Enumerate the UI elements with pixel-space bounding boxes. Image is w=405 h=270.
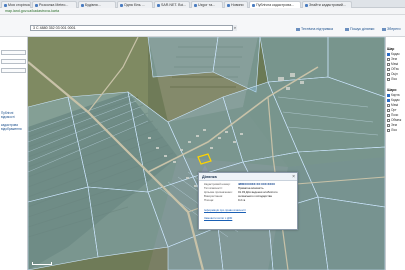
popup-field-area: Площа: 0.2 га [204,198,246,202]
ownership-info-link[interactable]: Інформація про право власності [204,208,246,212]
left-sidebar: Публічні відомості кадастрова відображен… [0,37,28,270]
layers-heading: Шари [387,88,397,92]
layer-toggle[interactable]: Карта [387,93,400,97]
map-toolbar: 3 C 4880 352 03 001 0001 ⌕ Технічна підт… [0,15,405,37]
cadastral-search-input[interactable]: 3 C 4880 352 03 001 0001 [30,25,235,31]
browser-tab[interactable]: Uzgor та... [191,1,223,8]
checkbox-icon[interactable] [387,113,390,117]
layer-toggle[interactable]: Кадас [387,98,400,102]
tab-label: Uzgor та... [198,3,216,7]
layer-toggle[interactable]: Оцін [387,72,398,76]
popup-title: Ділянка [199,173,297,181]
save-icon [382,27,386,31]
checkbox-icon[interactable] [387,98,390,102]
browser-tab[interactable]: SAR.NET. Всі... [154,1,190,8]
favicon-icon [252,3,255,7]
checkbox-icon[interactable] [387,72,390,76]
checkbox-icon[interactable] [387,108,390,112]
map-canvas[interactable] [28,37,385,270]
tab-label: Одна біль ... [124,3,145,7]
layer-toggle[interactable]: Лісо [387,128,397,132]
favicon-icon [194,3,197,7]
filter-select[interactable] [1,68,26,73]
scale-bar [32,262,52,265]
layer-toggle[interactable]: Об'єк [387,67,399,71]
url-field[interactable]: map.land.gov.ua/kadastrova-karta [5,9,59,14]
checkbox-icon[interactable] [387,77,390,81]
favicon-icon [81,3,84,7]
layers-panel: Шар Кадас Зем Межі Об'єк Оцін Лісо Шари … [385,37,405,270]
layer-toggle[interactable]: Межі [387,62,398,66]
filter-select[interactable] [1,50,26,55]
favicon-icon [227,3,230,7]
search-button[interactable]: ⌕ [232,25,237,31]
browser-tab[interactable]: Моя сторінка [1,1,31,8]
sidebar-text[interactable]: відомості [1,115,15,119]
tab-label: Публічна кадастрова... [256,3,295,7]
checkbox-icon[interactable] [387,57,390,61]
layer-toggle[interactable]: Межі [387,103,398,107]
favicon-icon [35,3,38,7]
close-icon[interactable]: × [292,174,295,180]
favicon-icon [157,3,160,7]
browser-tab[interactable]: Новини [224,1,248,8]
parcel-icon [345,27,349,31]
save-link[interactable]: Збереги [382,27,401,31]
layer-toggle[interactable]: Кадас [387,52,400,56]
layer-toggle[interactable]: Пози [387,113,398,117]
satellite-map[interactable] [28,37,385,270]
browser-tab[interactable]: Розсилка Meteo... [32,1,77,8]
browser-tab[interactable]: Одна біль ... [117,1,153,8]
support-link[interactable]: Технічна підтримка [296,27,333,31]
tab-label: SAR.NET. Всі... [161,3,187,7]
checkbox-icon[interactable] [387,62,390,66]
browser-tab-active[interactable]: Публічна кадастрова... [249,1,301,8]
layers-heading: Шар [387,47,395,51]
favicon-icon [4,3,7,7]
filter-select[interactable] [1,59,26,64]
layer-toggle[interactable]: Обмеж [387,118,401,122]
sidebar-text[interactable]: відображення [1,127,22,131]
tab-label: Новини [231,3,244,7]
layer-toggle[interactable]: Зем [387,123,397,127]
checkbox-icon[interactable] [387,128,390,132]
checkbox-icon[interactable] [387,67,390,71]
favicon-icon [305,3,308,7]
checkbox-icon[interactable] [387,103,390,107]
checkbox-icon[interactable] [387,93,390,97]
tab-label: Будівля... [85,3,101,7]
browser-tab-strip: Моя сторінка Розсилка Meteo... Будівля..… [0,0,405,8]
layer-toggle[interactable]: Зем [387,57,397,61]
address-bar: map.land.gov.ua/kadastrova-karta [0,8,405,15]
browser-tab[interactable]: Будівля... [78,1,116,8]
browser-tab[interactable]: Знайти кадастровий... [302,1,352,8]
parcel-search-link[interactable]: Пошук ділянки [345,27,374,31]
tab-label: Розсилка Meteo... [39,3,69,7]
tab-label: Знайти кадастровий... [309,3,346,7]
checkbox-icon[interactable] [387,118,390,122]
parcel-info-popup: Ділянка × Кадастровий номер: 4880XXXXXX:X… [198,172,298,230]
checkbox-icon[interactable] [387,123,390,127]
tab-label: Моя сторінка [8,3,30,7]
support-icon [296,27,300,31]
order-extract-link[interactable]: Замовити витяг з ДЗК [204,216,232,220]
layer-toggle[interactable]: Лісо [387,77,397,81]
favicon-icon [120,3,123,7]
checkbox-icon[interactable] [387,52,390,56]
layer-toggle[interactable]: Орт [387,108,397,112]
